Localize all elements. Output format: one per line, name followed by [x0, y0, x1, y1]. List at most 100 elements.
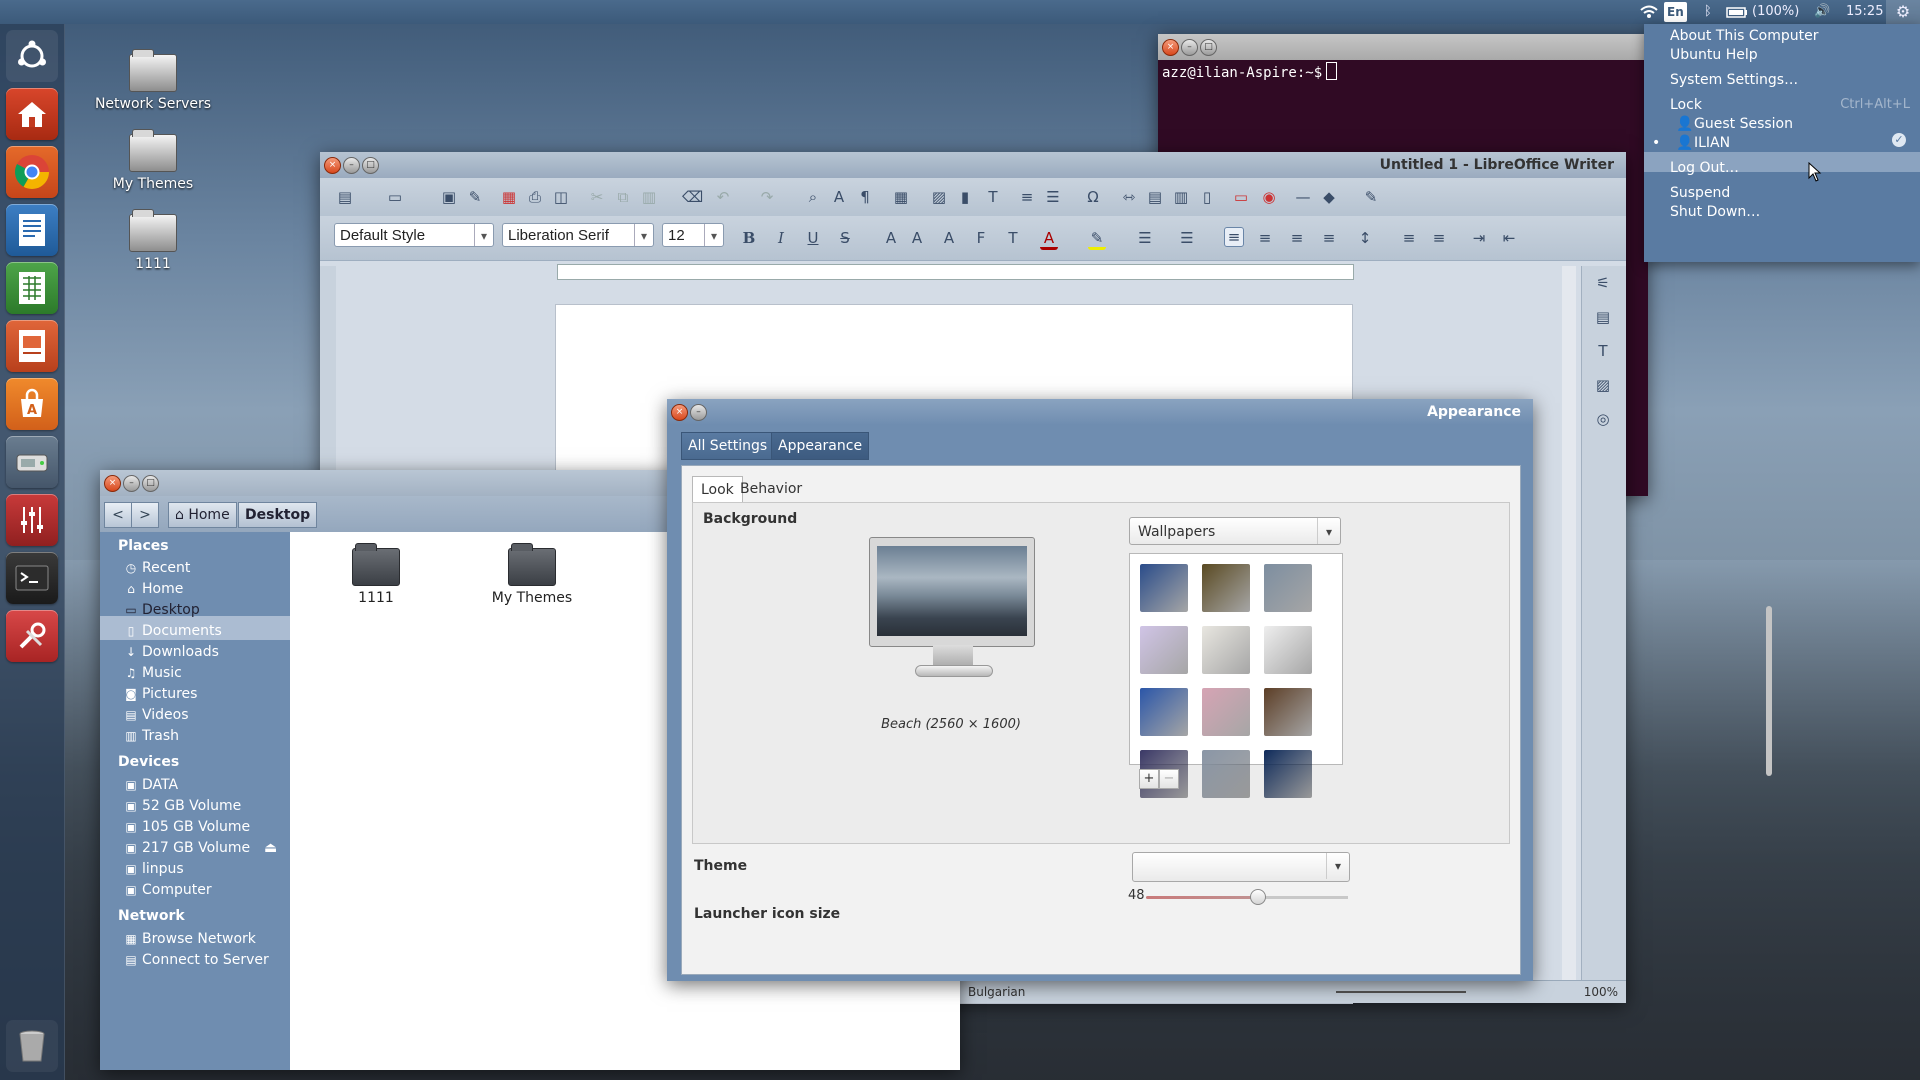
desktop-icon-my-themes[interactable]: My Themes: [93, 129, 213, 192]
insert-table-icon[interactable]: ▦: [892, 188, 910, 206]
minimize-button[interactable]: –: [690, 404, 707, 421]
align-left-button[interactable]: ≡: [1224, 227, 1244, 247]
underline-button[interactable]: U: [804, 229, 822, 247]
cut-icon[interactable]: ✂: [588, 188, 606, 206]
sidebar-item-home[interactable]: ⌂ Home: [124, 581, 183, 597]
special-character-icon[interactable]: Ω: [1084, 188, 1102, 206]
new-document-icon[interactable]: ▤: [336, 188, 354, 206]
sidebar-item-pictures[interactable]: ◙ Pictures: [124, 686, 197, 702]
bold-button[interactable]: B: [740, 229, 758, 247]
page-icon[interactable]: ▤: [1594, 308, 1612, 326]
titlebar[interactable]: × – □ Untitled 1 - LibreOffice Writer: [320, 152, 1626, 178]
sidebar-item-device[interactable]: ▣ linpus: [124, 861, 183, 877]
copy-icon[interactable]: ⧉: [614, 188, 632, 206]
endnote-icon[interactable]: ▥: [1172, 188, 1190, 206]
horizontal-ruler[interactable]: [557, 264, 1354, 280]
menu-item-help[interactable]: Ubuntu Help: [1670, 47, 1758, 63]
wallpaper-thumbnail[interactable]: [1140, 626, 1188, 674]
sidebar-item-desktop[interactable]: ▭ Desktop: [124, 602, 199, 618]
settings-tool-icon[interactable]: [6, 610, 58, 662]
numbering-button[interactable]: ☰: [1178, 229, 1196, 247]
wallpaper-thumbnail[interactable]: [1202, 688, 1250, 736]
wallpaper-thumbnail[interactable]: [1264, 626, 1312, 674]
gear-icon[interactable]: ⚙: [1886, 0, 1920, 24]
menu-item-system-settings[interactable]: System Settings…: [1670, 72, 1798, 88]
close-button[interactable]: ×: [1162, 39, 1179, 56]
spelling-icon[interactable]: A: [830, 188, 848, 206]
maximize-button[interactable]: □: [1200, 39, 1217, 56]
paragraph-style-combo[interactable]: Default Style: [334, 223, 494, 247]
sidebar-item-browse-network[interactable]: ▦ Browse Network: [124, 931, 256, 947]
ubuntu-dash-icon[interactable]: [6, 30, 58, 82]
maximize-button[interactable]: □: [362, 157, 379, 174]
breadcrumb-desktop[interactable]: Desktop: [238, 502, 318, 528]
menu-item-log-out[interactable]: Log Out…: [1670, 160, 1739, 176]
minimize-button[interactable]: –: [343, 157, 360, 174]
titlebar[interactable]: × – □: [1158, 34, 1648, 60]
wallpaper-thumbnail[interactable]: [1138, 562, 1190, 614]
decrease-spacing-button[interactable]: ≡: [1430, 229, 1448, 247]
open-folder-icon[interactable]: ▭: [386, 188, 404, 206]
terminal-icon[interactable]: [6, 552, 58, 604]
trash-icon[interactable]: [6, 1020, 58, 1072]
wallpaper-source-combo[interactable]: Wallpapers: [1129, 517, 1341, 545]
slider-knob[interactable]: [1250, 889, 1267, 905]
remove-wallpaper-button[interactable]: −: [1159, 769, 1179, 789]
wifi-icon[interactable]: [1640, 0, 1658, 24]
formatting-marks-icon[interactable]: ¶: [856, 188, 874, 206]
sidebar-item-videos[interactable]: ▤ Videos: [124, 707, 188, 723]
italic-button[interactable]: I: [772, 229, 790, 247]
minimize-button[interactable]: –: [123, 475, 140, 492]
clear-formatting-button[interactable]: T: [1004, 229, 1022, 247]
undo-icon[interactable]: ↶: [714, 188, 732, 206]
sidebar-item-device[interactable]: ▣ 52 GB Volume: [124, 798, 241, 814]
strikethrough-button[interactable]: S: [836, 229, 854, 247]
sidebar-item-documents[interactable]: ▯ Documents: [124, 623, 222, 639]
zoom-slider[interactable]: [1336, 991, 1466, 993]
gallery-icon[interactable]: ▨: [1594, 376, 1612, 394]
sidebar-item-music[interactable]: ♫ Music: [124, 665, 182, 681]
wallpaper-thumbnail[interactable]: [1264, 564, 1312, 612]
zoom-level[interactable]: 100%: [1584, 981, 1618, 1003]
menu-item-about[interactable]: About This Computer: [1670, 28, 1819, 44]
wallpaper-thumbnail[interactable]: [1202, 626, 1250, 674]
home-folder-icon[interactable]: [6, 88, 58, 140]
font-name-combo[interactable]: Liberation Serif: [502, 223, 654, 247]
keyboard-layout-indicator[interactable]: En: [1664, 2, 1687, 22]
font-size-combo[interactable]: 12: [662, 223, 724, 247]
file-item-my-themes[interactable]: My Themes: [472, 543, 592, 606]
edit-icon[interactable]: ✎: [466, 188, 484, 206]
page-break-icon[interactable]: ≡: [1018, 188, 1036, 206]
file-item-1111[interactable]: 1111: [316, 543, 436, 606]
menu-item-shut-down[interactable]: Shut Down…: [1670, 204, 1760, 220]
close-button[interactable]: ×: [324, 157, 341, 174]
properties-icon[interactable]: ⚟: [1594, 274, 1612, 292]
bookmark-icon[interactable]: ▯: [1198, 188, 1216, 206]
mixer-icon[interactable]: [6, 494, 58, 546]
battery-icon[interactable]: [1726, 0, 1748, 24]
desktop-icon-1111[interactable]: 1111: [93, 209, 213, 272]
add-wallpaper-button[interactable]: +: [1139, 769, 1159, 789]
field-icon[interactable]: ☰: [1044, 188, 1062, 206]
decrease-indent-button[interactable]: ⇤: [1500, 229, 1518, 247]
wallpaper-thumbnail[interactable]: [1264, 750, 1312, 798]
sidebar-item-downloads[interactable]: ↓ Downloads: [124, 644, 219, 660]
theme-combo[interactable]: [1132, 852, 1350, 882]
text-box-icon[interactable]: T: [984, 188, 1002, 206]
insert-line-icon[interactable]: —: [1294, 188, 1312, 206]
redo-icon[interactable]: ↷: [758, 188, 776, 206]
wallpaper-thumbnail[interactable]: [1202, 750, 1250, 798]
disk-icon[interactable]: [6, 436, 58, 488]
align-center-button[interactable]: ≡: [1256, 229, 1274, 247]
wallpaper-thumbnail[interactable]: [1202, 564, 1250, 612]
titlebar[interactable]: × – Appearance: [667, 399, 1533, 425]
calc-icon[interactable]: [6, 262, 58, 314]
chrome-icon[interactable]: [6, 146, 58, 198]
close-button[interactable]: ×: [671, 404, 688, 421]
highlight-button[interactable]: ✎: [1088, 229, 1106, 250]
superscript-button[interactable]: A: [882, 229, 900, 247]
print-icon[interactable]: ⎙: [526, 188, 544, 206]
breadcrumb-home[interactable]: ⌂ Home: [168, 502, 237, 528]
menu-item-guest-session[interactable]: 👤 Guest Session: [1676, 116, 1793, 132]
align-right-button[interactable]: ≡: [1288, 229, 1306, 247]
